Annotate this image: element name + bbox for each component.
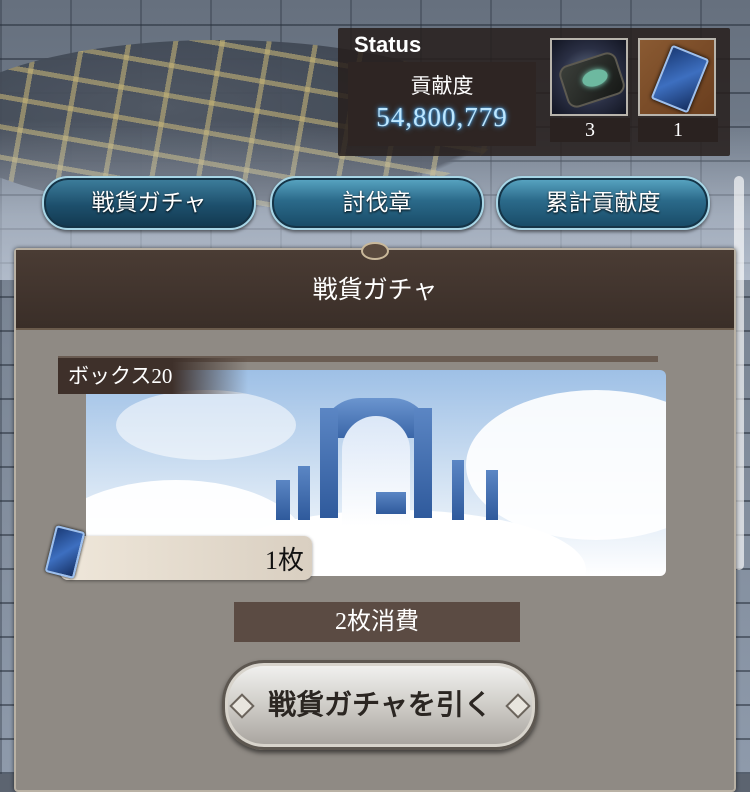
tab-total-contribution[interactable]: 累計貢献度	[496, 176, 710, 230]
tab-emblem[interactable]: 討伐章	[270, 176, 484, 230]
gacha-panel: 戦貨ガチャ ボックス20 1枚 2枚消費 戦貨ガチャを引く	[14, 242, 736, 792]
tab-gacha[interactable]: 戦貨ガチャ	[42, 176, 256, 230]
ticket-count: 1枚	[264, 546, 304, 575]
status-title: Status	[354, 32, 422, 57]
draw-gacha-button[interactable]: 戦貨ガチャを引く	[222, 660, 538, 750]
contribution-label: 貢献度	[410, 74, 474, 98]
blue-ticket-icon	[638, 38, 716, 116]
ornament-icon	[361, 242, 389, 260]
item-count: 3	[550, 118, 630, 142]
diamond-left-icon	[229, 693, 255, 719]
contribution-value: 54,800,779	[376, 102, 508, 132]
status-panel: Status 貢献度 54,800,779 3 1	[338, 28, 730, 156]
panel-header: 戦貨ガチャ	[16, 242, 734, 330]
status-item-gear[interactable]: 3	[550, 38, 630, 142]
contribution-box: 貢献度 54,800,779	[348, 62, 536, 146]
gear-item-icon	[550, 38, 628, 116]
draw-gacha-label: 戦貨ガチャを引く	[268, 688, 492, 721]
status-item-ticket[interactable]: 1	[638, 38, 718, 142]
item-count: 1	[638, 118, 718, 142]
box-number-label: ボックス20	[58, 358, 248, 394]
cost-label: 2枚消費	[234, 602, 520, 642]
panel-title: 戦貨ガチャ	[312, 275, 438, 304]
diamond-right-icon	[505, 693, 531, 719]
